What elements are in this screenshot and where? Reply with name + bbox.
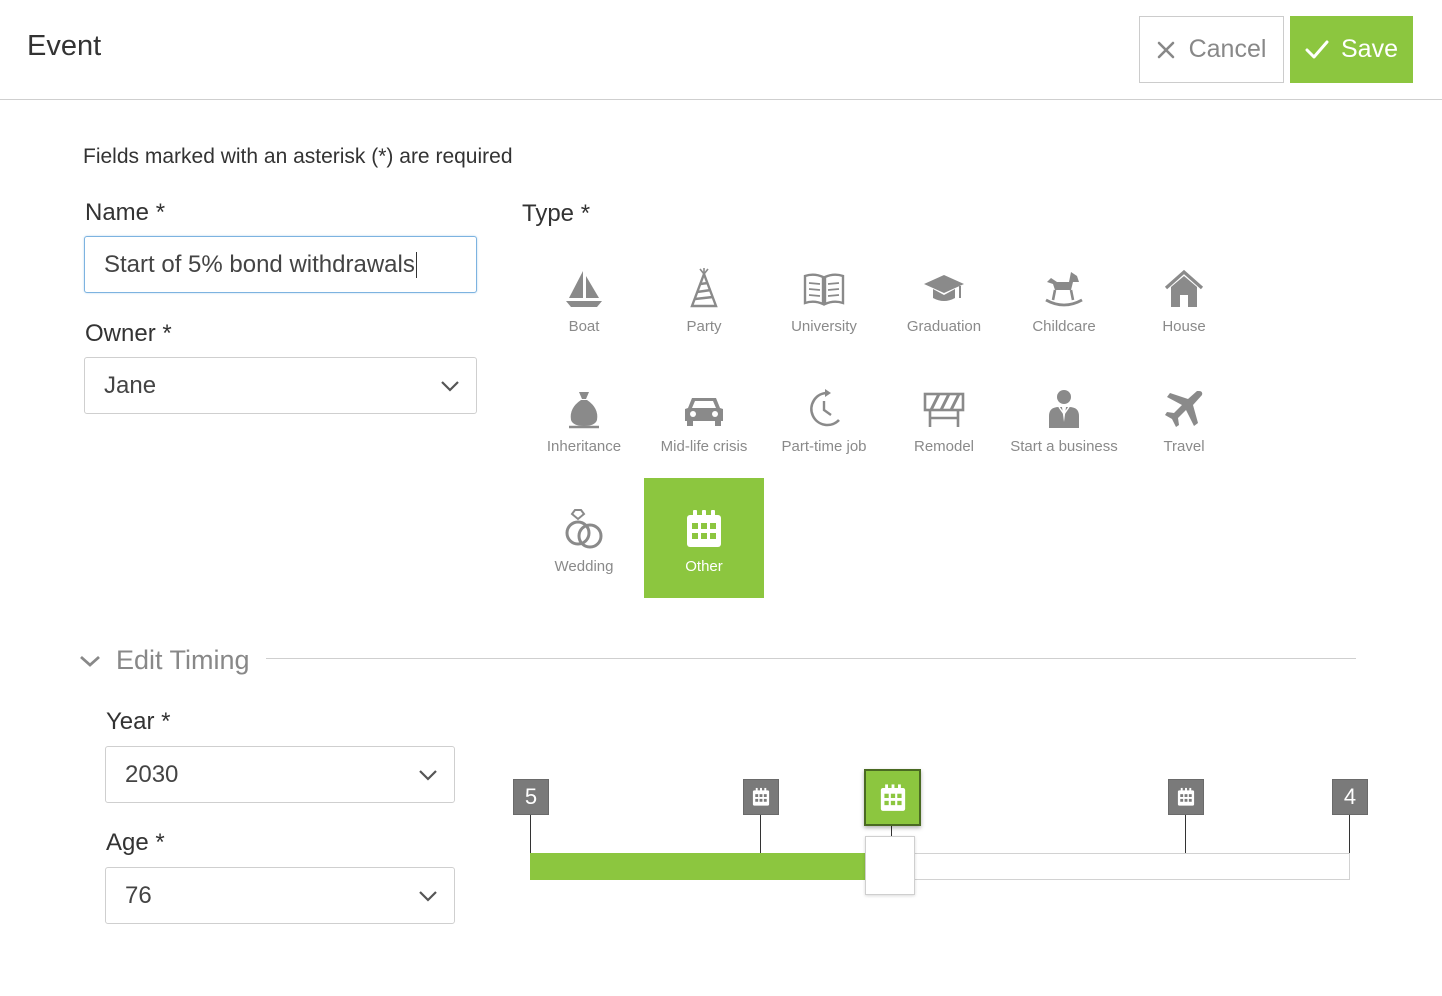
timeline-slider: 5 4 (510, 760, 1380, 910)
calendar-icon (880, 783, 905, 811)
dialog-header: Event Cancel Save (0, 0, 1442, 100)
cancel-button[interactable]: Cancel (1139, 16, 1284, 83)
sailboat-icon (566, 271, 602, 307)
type-option-label: University (791, 318, 857, 335)
timeline-fill (530, 853, 865, 880)
marker-stem (1349, 815, 1350, 853)
open-book-icon (803, 273, 845, 306)
car-icon (685, 398, 723, 426)
year-select-value: 2030 (125, 760, 179, 788)
name-input-value: Start of 5% bond withdrawals (104, 250, 415, 278)
name-input[interactable]: Start of 5% bond withdrawals (84, 236, 477, 293)
timeline-event-marker[interactable] (1168, 779, 1204, 815)
marker-stem (1185, 815, 1186, 853)
type-option-university[interactable]: University (764, 238, 884, 358)
year-label: Year * (106, 708, 171, 735)
type-option-start-a-business[interactable]: Start a business (1004, 358, 1124, 478)
type-option-label: Boat (568, 318, 600, 335)
save-button[interactable]: Save (1290, 16, 1413, 83)
type-option-label: Graduation (906, 318, 982, 335)
age-select-value: 76 (125, 881, 152, 909)
year-select[interactable]: 2030 (105, 746, 455, 803)
type-option-label: Wedding (554, 558, 614, 575)
type-option-label: Childcare (1032, 318, 1096, 335)
section-divider (266, 658, 1356, 659)
type-option-wedding[interactable]: Wedding (524, 478, 644, 598)
type-label: Type * (522, 200, 591, 227)
chevron-down-icon (441, 380, 459, 392)
timeline-end-marker[interactable]: 4 (1332, 779, 1368, 815)
close-icon (1157, 41, 1174, 58)
type-option-boat[interactable]: Boat (524, 238, 644, 358)
money-bag-icon (569, 392, 599, 429)
timeline-handle[interactable] (865, 836, 915, 895)
type-option-house[interactable]: House (1124, 238, 1244, 358)
chevron-down-icon (419, 890, 437, 902)
type-option-inheritance[interactable]: Inheritance (524, 358, 644, 478)
owner-select[interactable]: Jane (84, 357, 477, 414)
edit-timing-label: Edit Timing (116, 645, 250, 675)
rocking-horse-icon (1045, 272, 1083, 307)
type-option-label: Party (686, 318, 722, 335)
type-option-label: Travel (1163, 438, 1205, 455)
chevron-down-icon (80, 655, 100, 667)
type-option-label: Part-time job (781, 438, 867, 455)
text-cursor (415, 251, 417, 278)
type-option-remodel[interactable]: Remodel (884, 358, 1004, 478)
clock-arrow-icon (810, 389, 840, 427)
type-option-travel[interactable]: Travel (1124, 358, 1244, 478)
timeline-start-marker[interactable]: 5 (513, 779, 549, 815)
businessman-icon (1049, 390, 1079, 428)
owner-select-value: Jane (104, 371, 157, 399)
type-option-label: Other (685, 558, 723, 575)
type-option-childcare[interactable]: Childcare (1004, 238, 1124, 358)
save-label: Save (1341, 35, 1398, 63)
cancel-label: Cancel (1188, 35, 1267, 63)
marker-stem (760, 815, 761, 853)
name-label: Name * (85, 199, 166, 226)
timeline-current-event-marker[interactable] (864, 769, 921, 826)
house-icon (1164, 269, 1204, 307)
party-hat-icon (690, 268, 718, 308)
airplane-icon (1165, 391, 1203, 427)
dialog-title: Event (27, 30, 102, 62)
calendar-icon (687, 510, 721, 547)
required-fields-note: Fields marked with an asterisk (*) are r… (83, 145, 513, 168)
wedding-rings-icon (565, 509, 603, 549)
chevron-down-icon (419, 769, 437, 781)
age-label: Age * (106, 829, 165, 856)
construction-barrier-icon (923, 392, 965, 427)
type-option-label: Inheritance (546, 438, 622, 455)
calendar-icon (1177, 787, 1195, 806)
timeline-event-marker[interactable] (743, 779, 779, 815)
type-option-mid-life-crisis[interactable]: Mid-life crisis (644, 358, 764, 478)
marker-stem (530, 815, 531, 853)
owner-label: Owner * (85, 320, 172, 347)
age-select[interactable]: 76 (105, 867, 455, 924)
type-option-label: Mid-life crisis (660, 438, 748, 455)
type-option-part-time-job[interactable]: Part-time job (764, 358, 884, 478)
type-option-label: Remodel (913, 438, 975, 455)
edit-timing-toggle[interactable]: Edit Timing (78, 645, 250, 676)
type-option-graduation[interactable]: Graduation (884, 238, 1004, 358)
type-option-label: House (1162, 318, 1206, 335)
type-option-other[interactable]: Other (644, 478, 764, 598)
graduation-cap-icon (924, 275, 964, 301)
type-option-label: Start a business (1010, 438, 1118, 455)
checkmark-icon (1305, 40, 1329, 58)
type-option-party[interactable]: Party (644, 238, 764, 358)
calendar-icon (752, 787, 770, 806)
